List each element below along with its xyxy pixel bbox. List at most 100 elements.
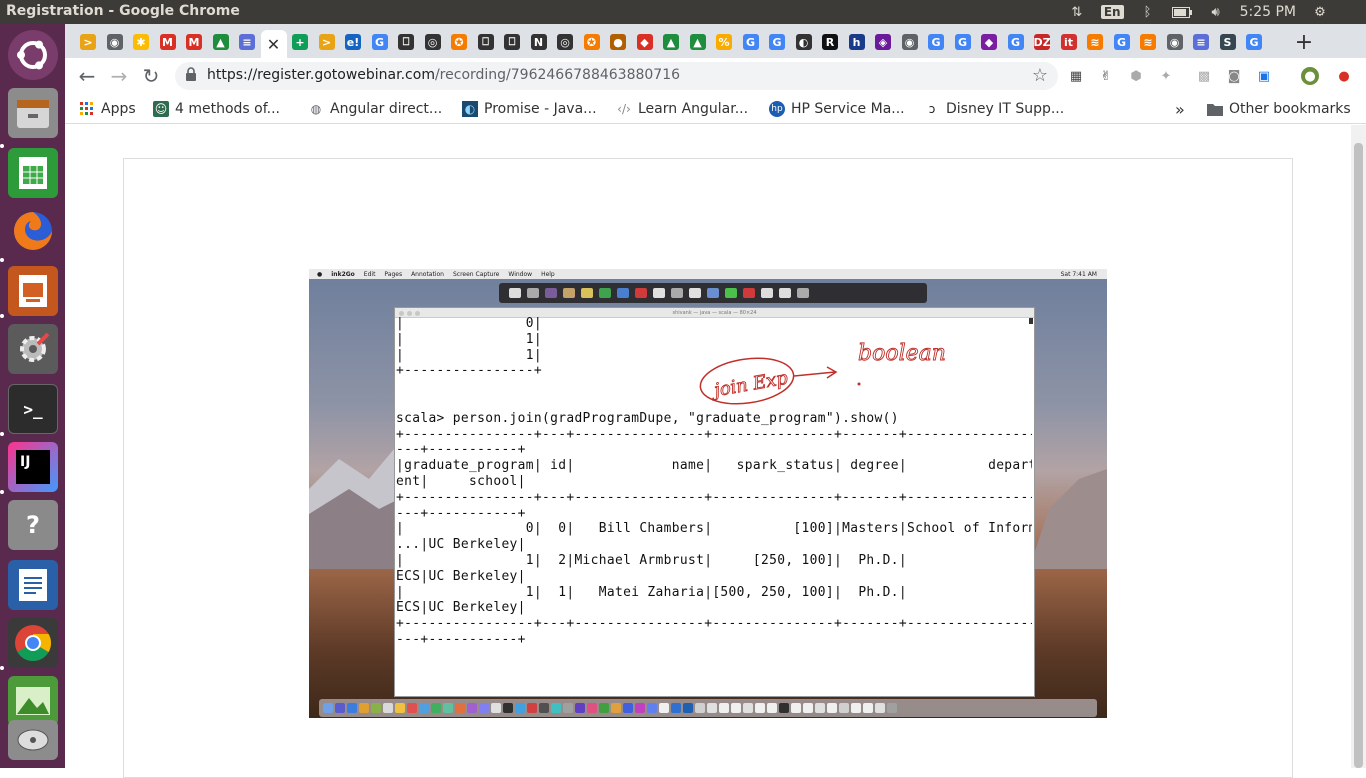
browser-tab[interactable]: ◉ bbox=[1162, 30, 1188, 54]
browser-tab[interactable]: ◉ bbox=[102, 30, 128, 54]
profile-avatar[interactable]: ● bbox=[1301, 67, 1319, 85]
browser-tab[interactable]: ≋ bbox=[1082, 30, 1108, 54]
browser-tab[interactable]: M bbox=[181, 30, 207, 54]
browser-tab[interactable]: + bbox=[287, 30, 313, 54]
browser-tab[interactable]: G bbox=[1003, 30, 1029, 54]
tab-favicon-icon: G bbox=[769, 34, 785, 50]
libreoffice-impress-icon[interactable] bbox=[8, 266, 58, 316]
disk-utility-icon[interactable] bbox=[8, 720, 58, 760]
browser-tab[interactable]: G bbox=[923, 30, 949, 54]
browser-tab[interactable]: ▲ bbox=[208, 30, 234, 54]
browser-tab[interactable]: ✪ bbox=[446, 30, 472, 54]
browser-tab[interactable]: ⎕ bbox=[499, 30, 525, 54]
bookmark-item[interactable]: ☺ 4 methods of... bbox=[153, 100, 280, 118]
bookmark-item[interactable]: Apps bbox=[79, 100, 136, 118]
browser-tab[interactable]: h bbox=[844, 30, 870, 54]
browser-tab[interactable]: it bbox=[1056, 30, 1082, 54]
dock-app-icon bbox=[515, 703, 525, 713]
browser-tab[interactable]: > bbox=[314, 30, 340, 54]
bookmark-item[interactable]: ◐ Promise - Java... bbox=[462, 100, 597, 118]
extension-hex-icon[interactable]: ⬢ bbox=[1127, 67, 1145, 85]
back-button[interactable]: ← bbox=[75, 64, 99, 88]
bookmark-star-icon[interactable]: ☆ bbox=[1032, 65, 1048, 86]
browser-tab[interactable]: ◆ bbox=[976, 30, 1002, 54]
opera-red-icon[interactable]: ● bbox=[1335, 67, 1353, 85]
image-viewer-icon[interactable] bbox=[8, 676, 58, 726]
browser-tab[interactable]: ◆ bbox=[632, 30, 658, 54]
tab-favicon-icon: ▲ bbox=[663, 34, 679, 50]
browser-tab[interactable]: G bbox=[367, 30, 393, 54]
browser-tab[interactable]: ≡ bbox=[1188, 30, 1214, 54]
keyboard-language-indicator[interactable]: En bbox=[1101, 5, 1124, 19]
browser-tab[interactable]: G bbox=[1241, 30, 1267, 54]
browser-tab[interactable]: DZ bbox=[1029, 30, 1055, 54]
other-bookmarks-folder[interactable]: Other bookmarks bbox=[1207, 100, 1351, 118]
browser-tab[interactable]: G bbox=[738, 30, 764, 54]
system-settings-icon[interactable] bbox=[8, 324, 58, 374]
dock-app-icon bbox=[743, 703, 753, 713]
system-menu-gear-icon[interactable]: ⚙ bbox=[1310, 4, 1330, 20]
new-tab-button[interactable]: + bbox=[1292, 30, 1316, 54]
browser-tab[interactable]: ≋ bbox=[1135, 30, 1161, 54]
extension-puzzle-icon[interactable]: ✦ bbox=[1157, 67, 1175, 85]
ubuntu-dash-icon[interactable] bbox=[8, 30, 58, 80]
browser-tab[interactable]: ✱ bbox=[128, 30, 154, 54]
page-scrollbar[interactable] bbox=[1351, 125, 1366, 768]
browser-tab[interactable]: G bbox=[950, 30, 976, 54]
browser-tab[interactable]: ◎ bbox=[420, 30, 446, 54]
close-tab-icon[interactable]: ✕ bbox=[267, 35, 280, 54]
extension-camera-icon[interactable]: ◙ bbox=[1225, 67, 1243, 85]
reload-button[interactable]: ↻ bbox=[139, 64, 163, 88]
clock[interactable]: 5:25 PM bbox=[1240, 4, 1296, 20]
browser-tab[interactable]: ◎ bbox=[552, 30, 578, 54]
browser-tab[interactable]: ✕ bbox=[261, 30, 287, 58]
forward-button[interactable]: → bbox=[107, 64, 131, 88]
browser-tab[interactable]: ◐ bbox=[791, 30, 817, 54]
google-chrome-icon[interactable] bbox=[8, 618, 58, 668]
page-scroll-thumb[interactable] bbox=[1354, 143, 1363, 768]
bookmarks-overflow-button[interactable]: » bbox=[1175, 100, 1185, 118]
browser-tab[interactable]: ▲ bbox=[658, 30, 684, 54]
network-transfer-icon[interactable]: ⇅ bbox=[1067, 4, 1087, 20]
libreoffice-writer-icon[interactable] bbox=[8, 560, 58, 610]
browser-tab[interactable]: R bbox=[817, 30, 843, 54]
volume-icon[interactable]: 🔊︎ bbox=[1206, 4, 1226, 20]
tab-favicon-icon: ● bbox=[610, 34, 626, 50]
browser-tab[interactable]: N bbox=[526, 30, 552, 54]
browser-tab[interactable]: G bbox=[1109, 30, 1135, 54]
browser-tab[interactable]: ⎕ bbox=[473, 30, 499, 54]
recording-video-frame[interactable]: ● ink2Go Edit Pages Annotation Screen Ca… bbox=[309, 269, 1107, 718]
libreoffice-calc-icon[interactable] bbox=[8, 148, 58, 198]
extension-gesture-icon[interactable]: ✌ bbox=[1097, 67, 1115, 85]
bluetooth-icon[interactable]: ᛒ bbox=[1138, 4, 1158, 20]
extension-screen-icon[interactable]: ▣ bbox=[1255, 67, 1273, 85]
files-icon[interactable] bbox=[8, 88, 58, 138]
browser-tab[interactable]: ◉ bbox=[897, 30, 923, 54]
browser-tab[interactable]: ▲ bbox=[685, 30, 711, 54]
firefox-icon[interactable] bbox=[8, 206, 58, 256]
bookmark-item[interactable]: ↄ Disney IT Supp... bbox=[924, 100, 1064, 118]
address-bar[interactable]: https://register.gotowebinar.com/recordi… bbox=[175, 62, 1058, 90]
dock-app-icon bbox=[539, 703, 549, 713]
intellij-idea-icon[interactable]: IJ bbox=[8, 442, 58, 492]
browser-tab[interactable]: G bbox=[764, 30, 790, 54]
browser-tab[interactable]: ◈ bbox=[870, 30, 896, 54]
bookmark-item[interactable]: hp HP Service Ma... bbox=[769, 100, 905, 118]
bookmark-item[interactable]: ‹/› Learn Angular... bbox=[616, 100, 748, 118]
browser-tab[interactable]: e! bbox=[340, 30, 366, 54]
extension-grid-icon[interactable]: ▩ bbox=[1195, 67, 1213, 85]
extension-translate-icon[interactable]: ▦ bbox=[1067, 67, 1085, 85]
browser-tab[interactable]: ≡ bbox=[234, 30, 260, 54]
browser-tab[interactable]: > bbox=[75, 30, 101, 54]
help-icon[interactable]: ? bbox=[8, 500, 58, 550]
browser-tab[interactable]: S bbox=[1215, 30, 1241, 54]
bookmark-item[interactable]: ◍ Angular direct... bbox=[308, 100, 442, 118]
battery-icon[interactable] bbox=[1172, 4, 1192, 20]
browser-tab[interactable]: % bbox=[711, 30, 737, 54]
browser-tab[interactable]: M bbox=[155, 30, 181, 54]
running-indicator bbox=[0, 314, 4, 318]
browser-tab[interactable]: ✪ bbox=[579, 30, 605, 54]
terminal-icon[interactable]: >_ bbox=[8, 384, 58, 434]
browser-tab[interactable]: ⎕ bbox=[393, 30, 419, 54]
browser-tab[interactable]: ● bbox=[605, 30, 631, 54]
